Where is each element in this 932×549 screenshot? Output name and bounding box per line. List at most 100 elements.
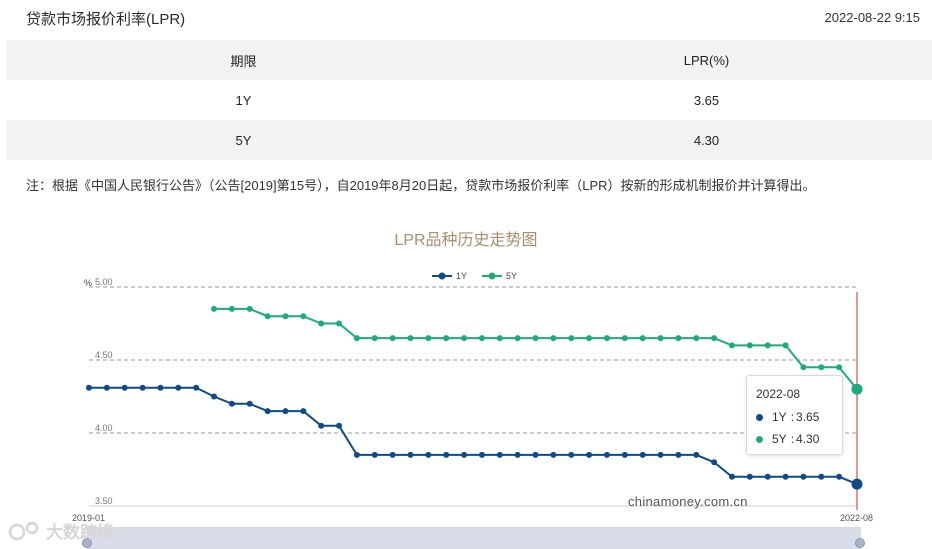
- data-point: [818, 473, 825, 480]
- tooltip-separator: :: [790, 432, 795, 446]
- data-point: [836, 364, 843, 371]
- data-point: [121, 384, 128, 391]
- data-point: [211, 393, 218, 400]
- tooltip-series-name: 1Y: [772, 410, 787, 424]
- series-dot-icon: [756, 413, 763, 421]
- legend-label: 5Y: [506, 271, 517, 281]
- data-point: [336, 422, 343, 429]
- footnote: 注：根据《中国人民银行公告》（公告[2019]第15号），自2019年8月20日…: [26, 178, 816, 193]
- data-point: [336, 320, 343, 327]
- data-point: [443, 451, 450, 458]
- data-point: [282, 313, 289, 320]
- data-point: [318, 320, 325, 327]
- data-point: [407, 451, 414, 458]
- data-point: [246, 400, 253, 407]
- data-point: [353, 451, 360, 458]
- y-tick-label: 3.50: [95, 496, 113, 506]
- data-point: [353, 335, 360, 342]
- data-point: [621, 451, 628, 458]
- slider-handle-right[interactable]: [855, 538, 865, 548]
- y-tick-label: 4.00: [95, 423, 113, 433]
- column-header-rate: LPR(%): [683, 52, 730, 68]
- tooltip-separator: :: [790, 410, 795, 424]
- data-point: [568, 335, 575, 342]
- tooltip-series-name: 5Y: [772, 432, 787, 446]
- legend-marker: [488, 272, 496, 280]
- table-row: 1Y 3.65: [6, 80, 932, 120]
- y-tick-label: 5.00: [95, 277, 113, 287]
- legend-marker: [438, 272, 446, 280]
- data-point: [675, 451, 682, 458]
- data-point: [389, 335, 396, 342]
- data-point: [371, 335, 378, 342]
- data-point: [728, 473, 735, 480]
- brand-watermark: 大数跨境: [8, 518, 114, 543]
- term-cell: 5Y: [235, 132, 252, 148]
- data-point: [389, 451, 396, 458]
- data-point: [228, 400, 235, 407]
- series-dot-icon: [756, 435, 763, 443]
- data-point: [496, 451, 503, 458]
- data-point: [603, 335, 610, 342]
- data-point: [514, 451, 521, 458]
- chart-tooltip: 2022-08 1Y : 3.65 5Y : 4.30: [746, 375, 843, 455]
- highlighted-point: [851, 478, 863, 490]
- rate-cell: 4.30: [693, 132, 720, 148]
- data-point: [782, 342, 789, 349]
- data-point: [246, 305, 253, 312]
- data-point: [657, 335, 664, 342]
- slider-range[interactable]: [88, 528, 860, 548]
- data-point: [86, 384, 92, 391]
- tooltip-row-5y: 5Y : 4.30: [756, 432, 819, 446]
- legend-label: 1Y: [456, 271, 467, 281]
- data-point: [639, 451, 646, 458]
- data-point: [157, 384, 164, 391]
- data-point: [746, 473, 753, 480]
- data-point: [211, 305, 218, 312]
- brand-logo-icon: [8, 521, 39, 540]
- data-point: [532, 451, 539, 458]
- data-point: [711, 335, 718, 342]
- data-point: [282, 408, 289, 415]
- data-point: [746, 342, 753, 349]
- page-header: 贷款市场报价利率(LPR) 2022-08-22 9:15: [0, 0, 932, 36]
- x-tick-label: 2022-08: [840, 513, 873, 523]
- column-header-term: 期限: [230, 53, 257, 69]
- data-point: [407, 335, 414, 342]
- publish-datetime: 2022-08-22 9:15: [824, 10, 920, 25]
- tooltip-value: 3.65: [796, 410, 820, 424]
- data-point: [496, 335, 503, 342]
- data-point: [300, 313, 307, 320]
- data-point: [550, 335, 557, 342]
- data-point: [800, 364, 807, 371]
- data-point: [425, 451, 432, 458]
- tooltip-value: 4.30: [796, 432, 820, 446]
- table-row: 5Y 4.30: [6, 120, 932, 160]
- brand-name: 大数跨境: [46, 523, 114, 542]
- data-point: [586, 335, 593, 342]
- data-point: [461, 335, 468, 342]
- data-point: [657, 451, 664, 458]
- data-point: [139, 384, 146, 391]
- data-point: [478, 335, 485, 342]
- data-point: [193, 384, 200, 391]
- data-point: [264, 313, 271, 320]
- data-point: [675, 335, 682, 342]
- data-point: [693, 335, 700, 342]
- tooltip-row-1y: 1Y : 3.65: [756, 410, 819, 424]
- datazoom-slider[interactable]: [82, 527, 865, 549]
- page-title: 贷款市场报价利率(LPR): [26, 11, 186, 28]
- data-point: [764, 473, 771, 480]
- data-point: [300, 408, 307, 415]
- data-point: [764, 342, 771, 349]
- highlighted-point: [851, 383, 863, 395]
- data-point: [443, 335, 450, 342]
- data-point: [514, 335, 521, 342]
- data-point: [711, 459, 718, 466]
- data-point: [818, 364, 825, 371]
- data-point: [175, 384, 182, 391]
- data-point: [693, 451, 700, 458]
- data-point: [264, 408, 271, 415]
- data-point: [603, 451, 610, 458]
- data-point: [550, 451, 557, 458]
